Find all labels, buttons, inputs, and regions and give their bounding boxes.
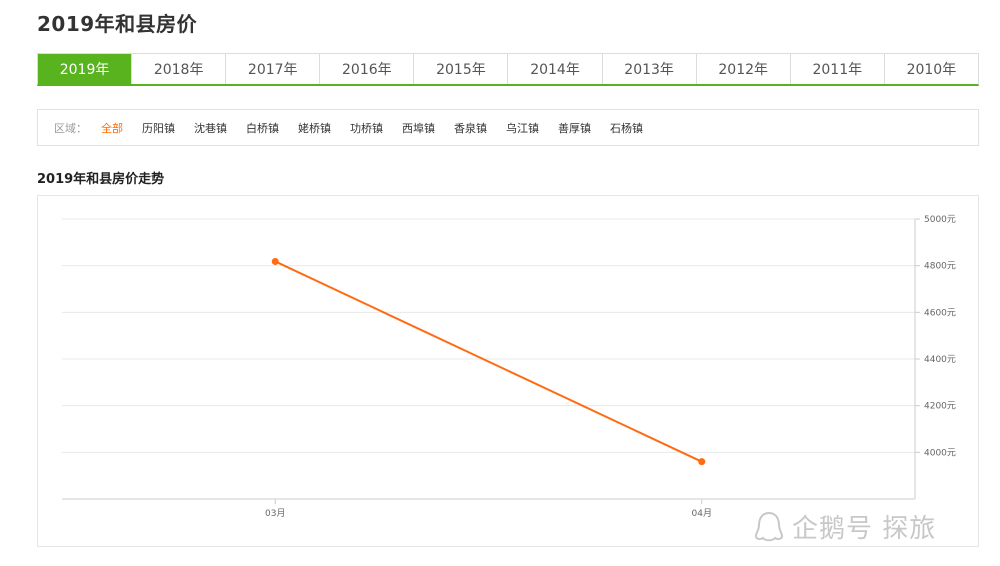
price-trend-chart: 4000元 4200元 4400元 4600元 4800元 5000元 03月 04月 [37,195,979,547]
y-tick-label: 4200元 [924,402,956,412]
tab-2017[interactable]: 2017年 [226,54,321,84]
watermark-text: 企鹅号 探旅 [792,514,937,544]
chart-title: 2019年和县房价走势 [37,172,165,187]
tab-2014[interactable]: 2014年 [508,54,603,84]
watermark: 企鹅号 探旅 [752,508,936,545]
region-item-gongqiao[interactable]: 功桥镇 [350,120,383,136]
price-trend-svg: 4000元 4200元 4400元 4600元 4800元 5000元 03月 04月 [62,215,956,519]
region-item-shenxiang[interactable]: 沈巷镇 [194,120,227,136]
x-tick-label: 03月 [265,508,285,519]
series-line [274,260,703,463]
penguin-icon [754,511,784,541]
year-tabs: 2019年 2018年 2017年 2016年 2015年 2014年 2013… [37,53,979,86]
tab-2012[interactable]: 2012年 [696,54,791,84]
region-item-shiyang[interactable]: 石杨镇 [610,120,643,136]
page-title: 2019年和县房价 [37,12,198,36]
y-tick-label: 4400元 [924,355,956,365]
y-tick-label: 4600元 [924,308,956,318]
region-item-shanhou[interactable]: 善厚镇 [558,120,591,136]
region-item-xiangquan[interactable]: 香泉镇 [454,120,487,136]
region-item-baiqiao[interactable]: 白桥镇 [246,120,279,136]
region-item-xibu[interactable]: 西埠镇 [402,120,435,136]
tab-2019[interactable]: 2019年 [38,54,133,84]
y-tick-label: 4000元 [924,448,956,458]
tab-2010[interactable]: 2010年 [884,54,978,84]
tab-2011[interactable]: 2011年 [790,54,885,84]
region-filter-label: 区域： [54,121,87,135]
tab-2018[interactable]: 2018年 [132,54,227,84]
data-point [271,257,279,265]
region-item-liyang[interactable]: 历阳镇 [142,120,175,136]
region-item-wujiang[interactable]: 乌江镇 [506,120,539,136]
x-tick-label: 04月 [692,508,712,519]
data-point [698,458,706,466]
region-item-all[interactable]: 全部 [101,120,123,136]
tab-2013[interactable]: 2013年 [602,54,697,84]
tab-2015[interactable]: 2015年 [414,54,509,84]
region-item-laoqiao[interactable]: 姥桥镇 [298,120,331,136]
y-tick-label: 4800元 [924,262,956,272]
y-tick-label: 5000元 [924,215,956,225]
region-filter: 区域： 全部 历阳镇 沈巷镇 白桥镇 姥桥镇 功桥镇 西埠镇 香泉镇 乌江镇 善… [37,109,979,146]
tab-2016[interactable]: 2016年 [320,54,415,84]
